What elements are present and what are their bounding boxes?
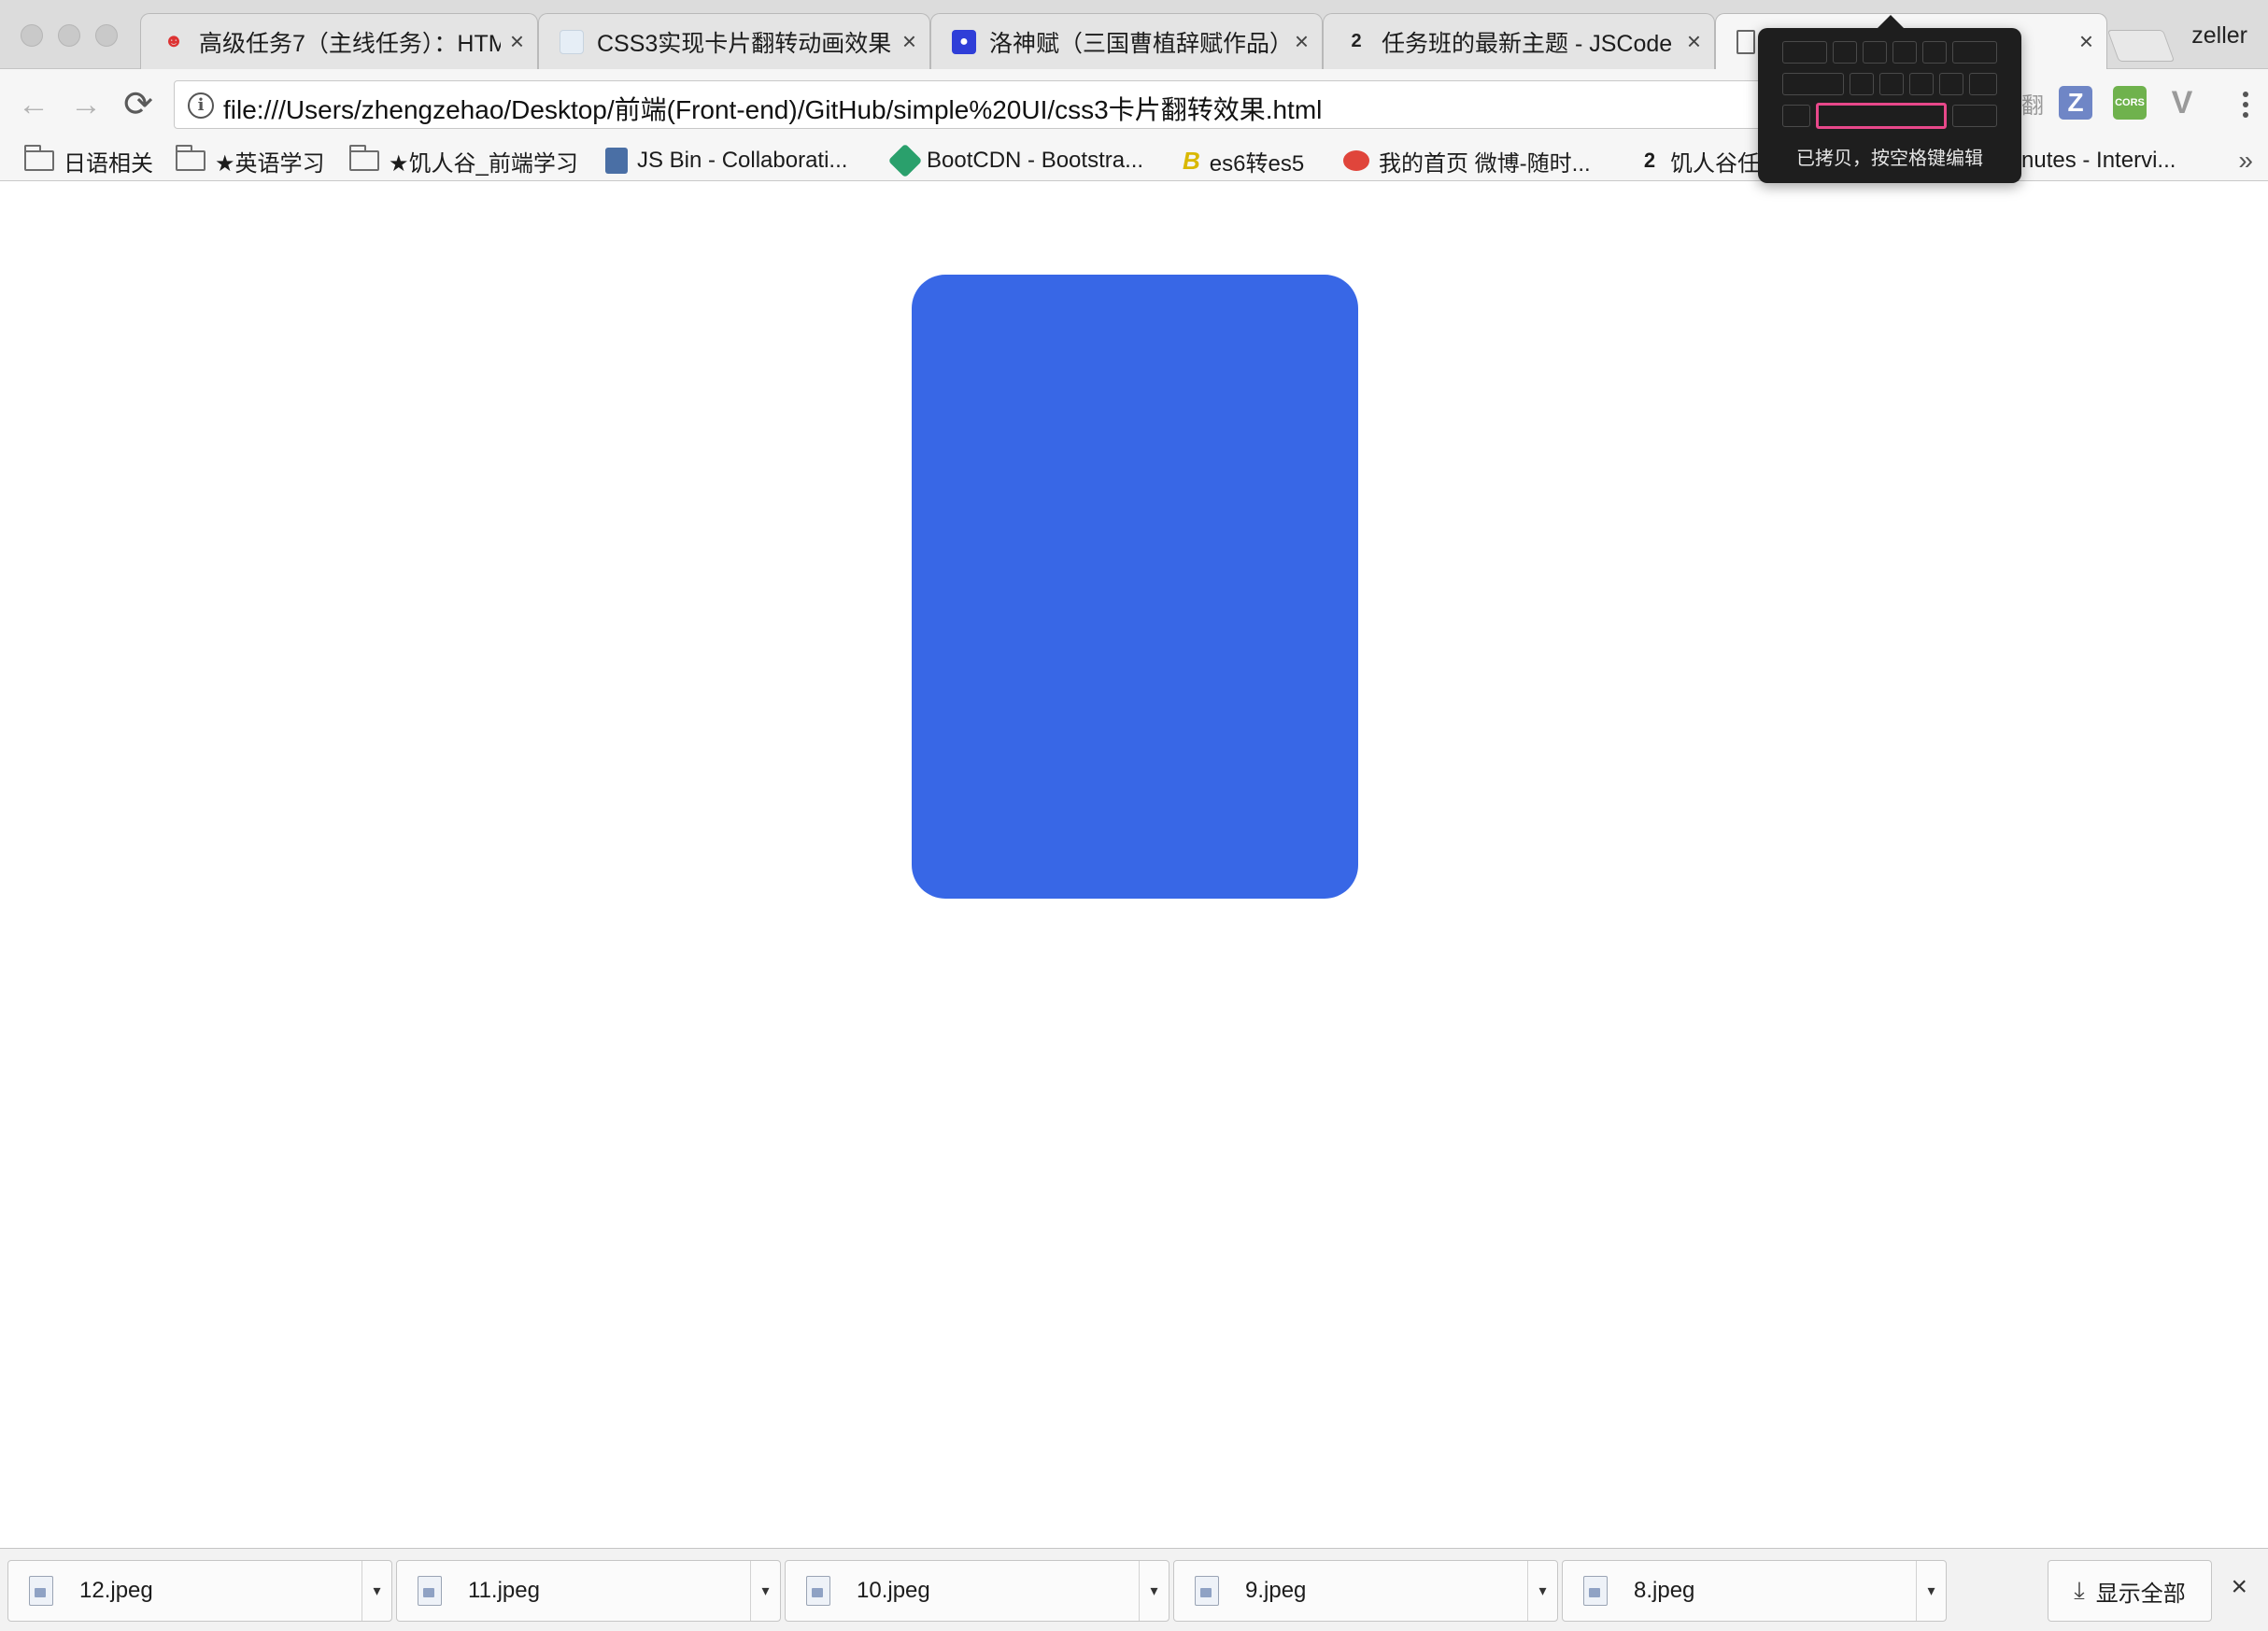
bookmark-weibo[interactable]: 我的首页 微博-随时... <box>1343 140 1591 181</box>
image-file-icon <box>1583 1576 1608 1606</box>
close-icon[interactable]: × <box>2231 1571 2247 1603</box>
download-item-10[interactable]: 10.jpeg ▾ <box>785 1560 1169 1622</box>
vue-devtools-extension-icon[interactable]: V <box>2165 85 2199 121</box>
bookmark-label: 日语相关 <box>64 150 153 177</box>
chevron-down-icon[interactable]: ▾ <box>1916 1561 1946 1621</box>
bookmark-folder-japanese[interactable]: 日语相关 <box>24 140 153 181</box>
tab-close-icon[interactable]: × <box>902 27 916 56</box>
bookmark-label: ★英语学习 <box>215 150 325 177</box>
tab-4[interactable]: 2 任务班的最新主题 - JSCode × <box>1323 13 1715 69</box>
z-extension-icon[interactable]: Z <box>2059 86 2092 120</box>
folder-icon <box>24 145 54 171</box>
tab-title: CSS3实现卡片翻转动画效果 <box>597 30 892 57</box>
screenshot-copied-popup: 已拷贝，按空格键编辑 <box>1758 15 2021 183</box>
tab-1[interactable]: ☻ 高级任务7（主线任务）：HTML × <box>140 13 538 69</box>
bookmark-label: es6转es5 <box>1209 150 1305 177</box>
tab-title: 高级任务7（主线任务）：HTML <box>199 30 501 57</box>
tab-close-icon[interactable]: × <box>2079 27 2093 56</box>
address-bar[interactable]: i file:///Users/zhengzehao/Desktop/前端(Fr… <box>174 80 1785 129</box>
show-all-label: 显示全部 <box>2095 1581 2186 1607</box>
download-item-11[interactable]: 11.jpeg ▾ <box>396 1560 781 1622</box>
image-file-icon <box>1195 1576 1219 1606</box>
download-filename: 8.jpeg <box>1634 1578 1695 1603</box>
bookmark-label: 饥人谷任 <box>1670 150 1760 177</box>
bookmark-interview[interactable]: nutes - Intervi... <box>2021 140 2176 181</box>
jsbin-icon <box>605 148 628 174</box>
translate-extension-icon[interactable]: 翻 <box>2020 86 2046 120</box>
tab-3[interactable]: ● 洛神赋（三国曹植辞赋作品） × <box>930 13 1323 69</box>
babel-icon: B <box>1183 146 1200 175</box>
zoom-window-button[interactable] <box>95 24 118 47</box>
red-face-icon: ☻ <box>163 31 184 51</box>
download-icon: ⤓ <box>2074 1576 2085 1604</box>
tab-close-icon[interactable]: × <box>1687 27 1701 56</box>
download-item-9[interactable]: 9.jpeg ▾ <box>1173 1560 1558 1622</box>
bookmark-jsbin[interactable]: JS Bin - Collaborati... <box>605 140 847 181</box>
info-icon[interactable]: i <box>188 92 214 119</box>
bootcdn-icon <box>887 143 923 178</box>
bookmark-jirengu-task[interactable]: 2 饥人谷任 <box>1638 140 1760 181</box>
cors-extension-icon[interactable]: CORS <box>2113 86 2147 120</box>
bookmark-label: BootCDN - Bootstra... <box>927 148 1144 173</box>
browser-menu-icon[interactable] <box>2234 86 2257 123</box>
page-thumbnail-icon <box>560 29 584 54</box>
baidu-paw-icon: ● <box>952 29 976 54</box>
url-text[interactable]: file:///Users/zhengzehao/Desktop/前端(Fron… <box>223 90 1322 127</box>
minimize-window-button[interactable] <box>58 24 80 47</box>
bookmark-label: JS Bin - Collaborati... <box>637 148 848 173</box>
bookmark-label: ★饥人谷_前端学习 <box>389 150 578 177</box>
download-item-12[interactable]: 12.jpeg ▾ <box>7 1560 392 1622</box>
tab-close-icon[interactable]: × <box>1295 27 1309 56</box>
tab-close-icon[interactable]: × <box>510 27 524 56</box>
bookmark-folder-jirengu[interactable]: ★饥人谷_前端学习 <box>349 140 578 181</box>
bookmarks-overflow-chevron-icon[interactable]: » <box>2238 146 2253 176</box>
bookmark-label: 我的首页 微博-随时... <box>1379 150 1591 177</box>
flip-card[interactable] <box>912 275 1358 899</box>
folder-icon <box>176 145 206 171</box>
tab-title: 洛神赋（三国曹植辞赋作品） <box>989 30 1285 57</box>
keyboard-shortcut-icon <box>1782 41 1997 144</box>
weibo-icon <box>1343 150 1369 171</box>
browser-window: ☻ 高级任务7（主线任务）：HTML × CSS3实现卡片翻转动画效果 × ● … <box>0 0 2268 1631</box>
number-2-icon: 2 <box>1351 31 1362 51</box>
bookmark-bootcdn[interactable]: BootCDN - Bootstra... <box>887 140 1144 181</box>
image-file-icon <box>29 1576 53 1606</box>
new-tab-button[interactable] <box>2106 30 2176 62</box>
reload-button[interactable]: ⟳ <box>120 86 157 123</box>
show-all-downloads-button[interactable]: ⤓ 显示全部 <box>2048 1560 2212 1622</box>
back-button[interactable]: ← <box>15 86 52 123</box>
tab-title: 任务班的最新主题 - JSCode <box>1382 30 1673 57</box>
number-2-icon: 2 <box>1643 149 1656 172</box>
chevron-down-icon[interactable]: ▾ <box>1139 1561 1169 1621</box>
download-shelf: 12.jpeg ▾ 11.jpeg ▾ 10.jpeg ▾ 9.jpeg ▾ 8… <box>0 1548 2268 1631</box>
download-filename: 9.jpeg <box>1245 1578 1307 1603</box>
page-content <box>0 182 2268 1548</box>
spacebar-key-highlight <box>1816 103 1947 129</box>
close-window-button[interactable] <box>21 24 43 47</box>
folder-icon <box>349 145 379 171</box>
download-item-8[interactable]: 8.jpeg ▾ <box>1562 1560 1947 1622</box>
download-filename: 11.jpeg <box>468 1578 540 1603</box>
bookmark-folder-english[interactable]: ★英语学习 <box>176 140 325 181</box>
download-filename: 12.jpeg <box>79 1578 153 1603</box>
forward-button[interactable]: → <box>67 86 105 123</box>
chevron-down-icon[interactable]: ▾ <box>750 1561 780 1621</box>
bookmark-label: nutes - Intervi... <box>2021 148 2176 173</box>
bookmark-es6-to-es5[interactable]: B es6转es5 <box>1183 140 1304 181</box>
tab-2[interactable]: CSS3实现卡片翻转动画效果 × <box>538 13 930 69</box>
profile-name[interactable]: zeller <box>2191 22 2247 50</box>
chevron-down-icon[interactable]: ▾ <box>361 1561 391 1621</box>
image-file-icon <box>806 1576 830 1606</box>
image-file-icon <box>418 1576 442 1606</box>
download-filename: 10.jpeg <box>857 1578 930 1603</box>
document-icon <box>1736 29 1755 54</box>
chevron-down-icon[interactable]: ▾ <box>1527 1561 1557 1621</box>
window-controls <box>21 24 118 47</box>
popup-caption: 已拷贝，按空格键编辑 <box>1796 149 1983 169</box>
